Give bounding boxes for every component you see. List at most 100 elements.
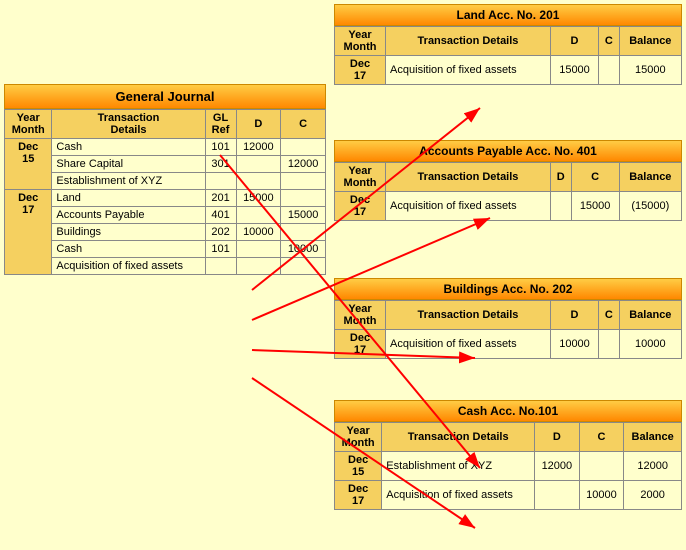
gl-land: 201 (205, 190, 236, 207)
cash-ym2: Dec17 (335, 481, 382, 510)
cash-hdr-bal: Balance (624, 423, 682, 452)
cash-hdr-ym: YearMonth (335, 423, 382, 452)
c-land-blank (281, 190, 326, 207)
general-journal: General Journal YearMonth TransactionDet… (4, 84, 326, 275)
d-acqfixed (236, 258, 281, 275)
gj-header-year: YearMonth (5, 110, 52, 139)
cash-c1 (579, 452, 624, 481)
bld-d: 10000 (550, 330, 598, 359)
ap-acc: Accounts Payable Acc. No. 401 YearMonth … (334, 140, 682, 221)
bld-c (599, 330, 620, 359)
td-ap: Accounts Payable (52, 207, 205, 224)
ap-acc-title: Accounts Payable Acc. No. 401 (334, 140, 682, 162)
c-acqfixed (281, 258, 326, 275)
table-row: Share Capital 301 12000 (5, 156, 326, 173)
gj-header-c: C (281, 110, 326, 139)
bld-bal: 10000 (619, 330, 681, 359)
table-row: Dec15 Establishment of XYZ 12000 12000 (335, 452, 682, 481)
gj-title: General Journal (4, 84, 326, 109)
gl-sharecap: 301 (205, 156, 236, 173)
ap-hdr-d: D (550, 163, 571, 192)
table-row: Dec17 Acquisition of fixed assets 10000 … (335, 330, 682, 359)
ap-hdr-ym: YearMonth (335, 163, 386, 192)
bld-hdr-ym: YearMonth (335, 301, 386, 330)
land-hdr-ym: YearMonth (335, 27, 386, 56)
table-row: Dec15 Cash 101 12000 (5, 139, 326, 156)
table-row: Buildings 202 10000 (5, 224, 326, 241)
td-cash: Cash (52, 139, 205, 156)
ap-ym: Dec17 (335, 192, 386, 221)
td-acqfixed: Acquisition of fixed assets (52, 258, 205, 275)
gl-cash2: 101 (205, 241, 236, 258)
ap-d (550, 192, 571, 221)
ap-c: 15000 (571, 192, 619, 221)
gj-table: YearMonth TransactionDetails GLRef D C D… (4, 109, 326, 275)
land-hdr-bal: Balance (619, 27, 681, 56)
gl-ap: 401 (205, 207, 236, 224)
d-cash2-blank (236, 241, 281, 258)
c-ap: 15000 (281, 207, 326, 224)
d-land: 15000 (236, 190, 281, 207)
ap-bal: (15000) (619, 192, 681, 221)
land-acc-table: YearMonth Transaction Details D C Balanc… (334, 26, 682, 85)
table-row: Acquisition of fixed assets (5, 258, 326, 275)
table-row: Dec17 Acquisition of fixed assets 15000 … (335, 56, 682, 85)
c-buildings-blank (281, 224, 326, 241)
d-sharecap-blank (236, 156, 281, 173)
bld-desc: Acquisition of fixed assets (386, 330, 551, 359)
year-month-dec17: Dec17 (5, 190, 52, 275)
d-estxyz (236, 173, 281, 190)
ap-desc: Acquisition of fixed assets (386, 192, 551, 221)
d-ap-blank (236, 207, 281, 224)
cash-bal2: 2000 (624, 481, 682, 510)
bld-ym: Dec17 (335, 330, 386, 359)
cash-c2: 10000 (579, 481, 624, 510)
cash-d2 (535, 481, 580, 510)
cash-desc2: Acquisition of fixed assets (382, 481, 535, 510)
td-cash2: Cash (52, 241, 205, 258)
d-cash: 12000 (236, 139, 281, 156)
table-row: Establishment of XYZ (5, 173, 326, 190)
gj-header-d: D (236, 110, 281, 139)
td-sharecap: Share Capital (52, 156, 205, 173)
table-row: Dec17 Acquisition of fixed assets 10000 … (335, 481, 682, 510)
td-land: Land (52, 190, 205, 207)
c-estxyz (281, 173, 326, 190)
gl-cash: 101 (205, 139, 236, 156)
table-row: Cash 101 10000 (5, 241, 326, 258)
cash-d1: 12000 (535, 452, 580, 481)
c-cash2: 10000 (281, 241, 326, 258)
bld-hdr-c: C (599, 301, 620, 330)
bld-hdr-bal: Balance (619, 301, 681, 330)
cash-acc: Cash Acc. No.101 YearMonth Transaction D… (334, 400, 682, 510)
buildings-acc: Buildings Acc. No. 202 YearMonth Transac… (334, 278, 682, 359)
land-ym: Dec17 (335, 56, 386, 85)
table-row: Accounts Payable 401 15000 (5, 207, 326, 224)
bld-hdr-td: Transaction Details (386, 301, 551, 330)
bld-hdr-d: D (550, 301, 598, 330)
table-row: Dec17 Acquisition of fixed assets 15000 … (335, 192, 682, 221)
table-row: Dec17 Land 201 15000 (5, 190, 326, 207)
cash-acc-table: YearMonth Transaction Details D C Balanc… (334, 422, 682, 510)
land-acc: Land Acc. No. 201 YearMonth Transaction … (334, 4, 682, 85)
d-buildings: 10000 (236, 224, 281, 241)
cash-hdr-c: C (579, 423, 624, 452)
buildings-acc-title: Buildings Acc. No. 202 (334, 278, 682, 300)
buildings-acc-table: YearMonth Transaction Details D C Balanc… (334, 300, 682, 359)
land-c (599, 56, 620, 85)
land-bal: 15000 (619, 56, 681, 85)
land-desc: Acquisition of fixed assets (386, 56, 551, 85)
land-hdr-d: D (550, 27, 598, 56)
ap-acc-table: YearMonth Transaction Details D C Balanc… (334, 162, 682, 221)
gl-buildings: 202 (205, 224, 236, 241)
ap-hdr-td: Transaction Details (386, 163, 551, 192)
ap-hdr-c: C (571, 163, 619, 192)
cash-desc1: Establishment of XYZ (382, 452, 535, 481)
land-acc-title: Land Acc. No. 201 (334, 4, 682, 26)
cash-acc-title: Cash Acc. No.101 (334, 400, 682, 422)
cash-ym1: Dec15 (335, 452, 382, 481)
cash-hdr-d: D (535, 423, 580, 452)
cash-bal1: 12000 (624, 452, 682, 481)
year-month-dec15: Dec15 (5, 139, 52, 190)
land-hdr-c: C (599, 27, 620, 56)
